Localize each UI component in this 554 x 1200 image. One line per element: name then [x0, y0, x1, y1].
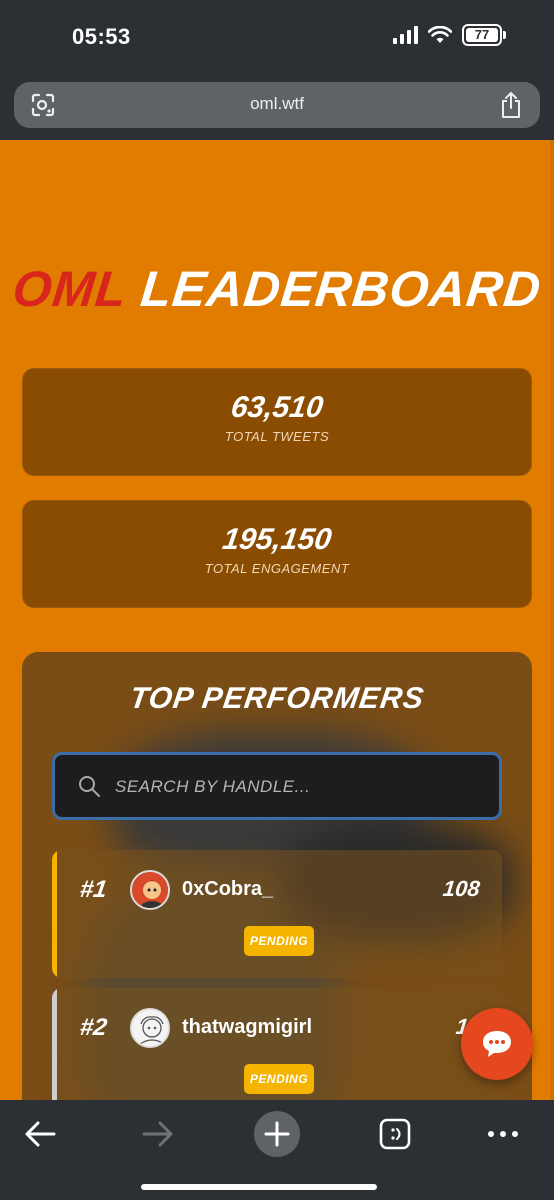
- status-icons: 77: [393, 24, 506, 46]
- rank-number: #1: [78, 876, 109, 903]
- total-engagement-value: 195,150: [220, 523, 334, 556]
- top-performers-title: TOP PERFORMERS: [127, 682, 427, 715]
- forward-arrow-icon[interactable]: [134, 1110, 182, 1158]
- status-time: 05:53: [72, 24, 131, 49]
- status-badge: PENDING: [244, 926, 314, 956]
- chat-bubble-icon: [483, 1031, 511, 1057]
- cellular-signal-icon: [393, 26, 418, 44]
- share-icon[interactable]: [498, 91, 524, 119]
- total-tweets-label: TOTAL TWEETS: [224, 429, 330, 444]
- score: 108: [442, 876, 482, 901]
- page-title: OML LEADERBOARD: [0, 260, 554, 318]
- rank-accent-bar: [52, 850, 57, 978]
- chat-button[interactable]: [461, 1008, 533, 1080]
- avatar[interactable]: [130, 1008, 170, 1048]
- wifi-icon: [428, 26, 452, 43]
- more-options-icon[interactable]: [479, 1110, 527, 1158]
- handle[interactable]: thatwagmigirl: [182, 1016, 312, 1039]
- total-engagement-label: TOTAL ENGAGEMENT: [204, 561, 350, 576]
- battery-icon: 77: [462, 24, 506, 46]
- web-page: OML LEADERBOARD 63,510 TOTAL TWEETS 195,…: [0, 140, 554, 1100]
- browser-address-area: oml.wtf: [0, 76, 554, 140]
- rank-accent-bar: [52, 988, 57, 1100]
- total-tweets-card: 63,510 TOTAL TWEETS: [22, 368, 532, 476]
- leaderboard-row[interactable]: #1 0xCobra_ 108 PENDING: [52, 850, 502, 978]
- total-tweets-value: 63,510: [228, 391, 326, 424]
- back-arrow-icon[interactable]: [16, 1110, 64, 1158]
- status-badge: PENDING: [244, 1064, 314, 1094]
- url-text: oml.wtf: [250, 94, 304, 113]
- avatar[interactable]: [130, 870, 170, 910]
- search-box[interactable]: [52, 752, 502, 820]
- handle[interactable]: 0xCobra_: [182, 878, 273, 901]
- title-accent: OML: [10, 261, 130, 317]
- title-rest: LEADERBOARD: [138, 261, 544, 317]
- new-tab-plus-icon[interactable]: [253, 1110, 301, 1158]
- total-engagement-card: 195,150 TOTAL ENGAGEMENT: [22, 500, 532, 608]
- search-icon: [79, 776, 100, 797]
- rank-number: #2: [78, 1014, 109, 1041]
- tab-switcher-icon[interactable]: [371, 1110, 419, 1158]
- battery-level: 77: [466, 28, 498, 42]
- leaderboard-row[interactable]: #2 thatwagmigirl 10 PENDING: [52, 988, 502, 1100]
- search-input[interactable]: [115, 769, 485, 805]
- home-indicator: [141, 1184, 377, 1190]
- top-performers-panel: TOP PERFORMERS #1 0xCobra_ 108: [22, 652, 532, 1100]
- address-bar[interactable]: oml.wtf: [14, 82, 540, 128]
- status-bar: 05:53 77: [0, 0, 554, 76]
